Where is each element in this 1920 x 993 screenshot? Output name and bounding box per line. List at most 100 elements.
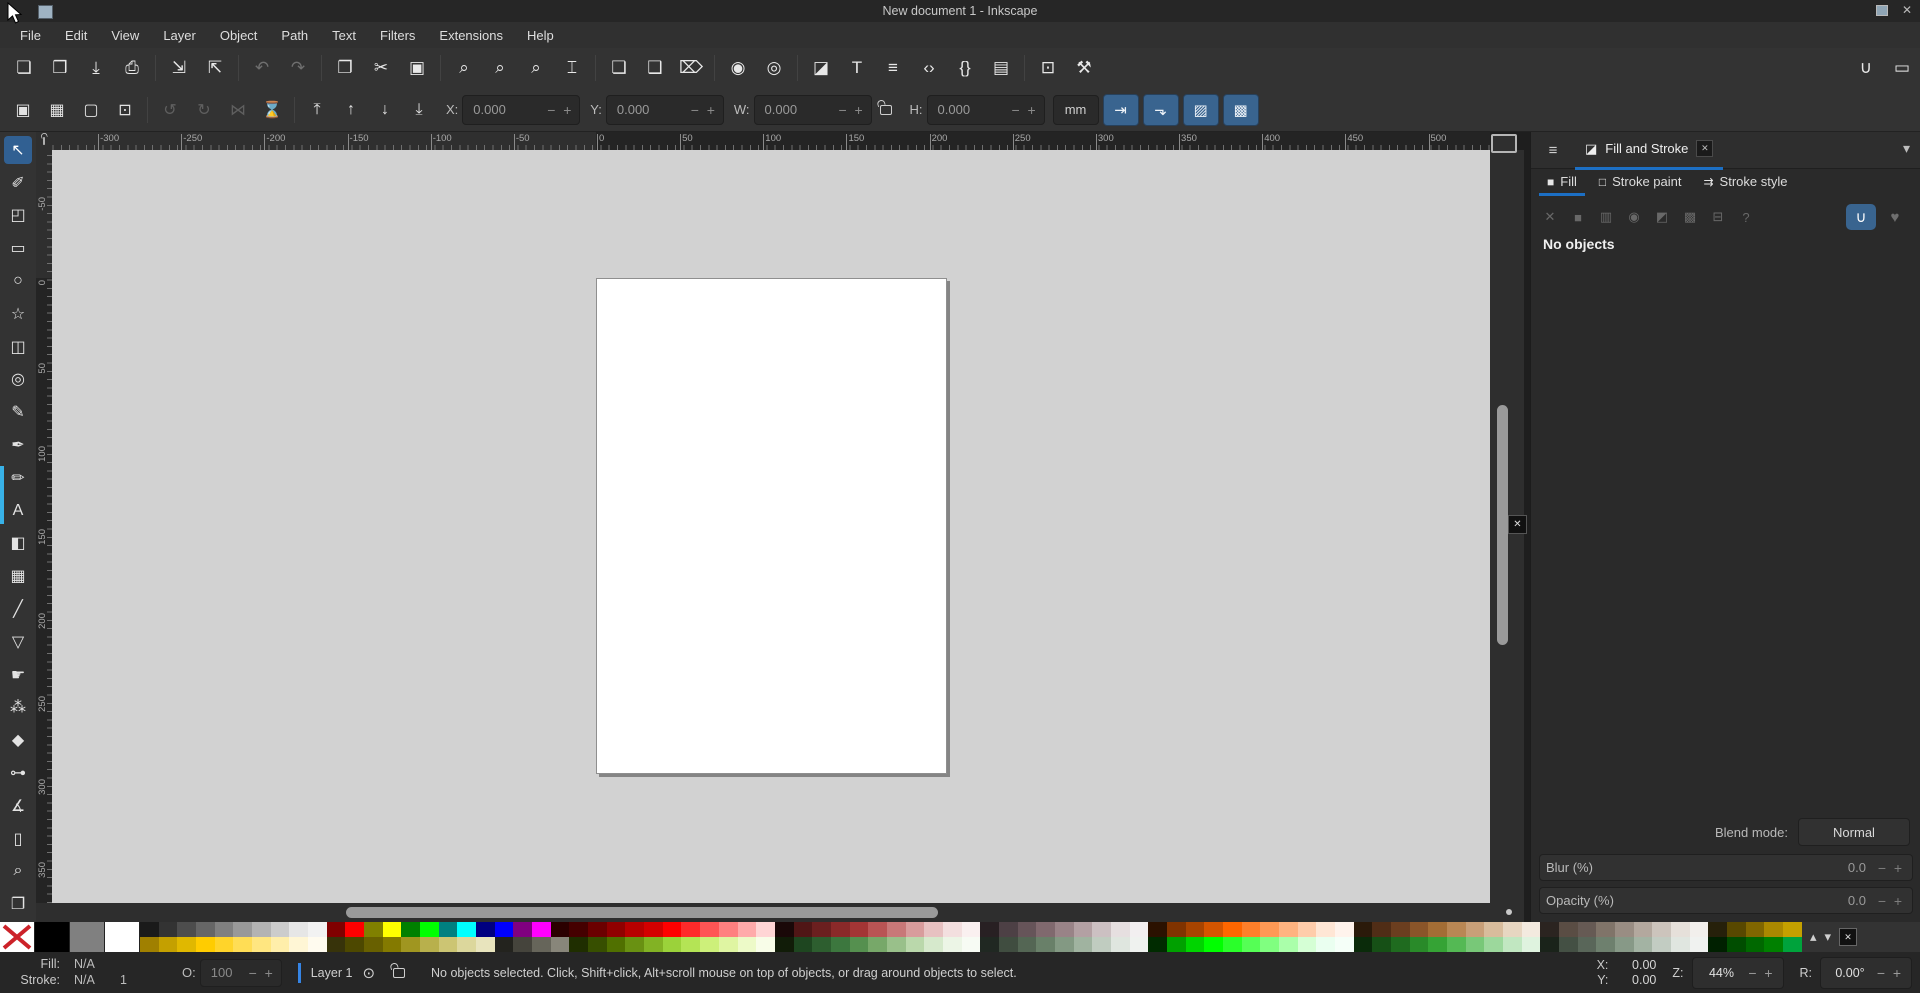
swatch[interactable] (849, 937, 869, 952)
display-mode-monitor-icon[interactable] (1491, 134, 1517, 153)
opacity-minus-button[interactable]: − (1874, 893, 1890, 909)
swatch[interactable] (1615, 937, 1634, 952)
swatch[interactable] (1222, 922, 1242, 937)
swatch[interactable] (364, 922, 383, 937)
swatch[interactable] (1073, 922, 1093, 937)
swatch[interactable] (1689, 937, 1709, 952)
swatch[interactable] (1689, 922, 1709, 937)
fill-rule-evenodd-button[interactable]: ∪ (1846, 204, 1876, 230)
select-all-layers-button[interactable]: ▦ (40, 95, 74, 125)
close-button[interactable]: ✕ (1902, 3, 1912, 17)
swatch[interactable] (1727, 937, 1746, 952)
swatch[interactable] (345, 937, 365, 952)
swatch[interactable] (1335, 937, 1354, 952)
swatch[interactable] (793, 922, 813, 937)
tool-tweak[interactable]: ☛ (4, 661, 32, 689)
swatch[interactable] (569, 937, 589, 952)
affect-patterns-button[interactable]: ▩ (1222, 93, 1259, 126)
text-dialog-icon[interactable]: T (839, 53, 875, 83)
swatch[interactable] (1148, 922, 1167, 937)
swatch[interactable] (1708, 937, 1728, 952)
redo-icon[interactable]: ↷ (280, 53, 316, 83)
swatch[interactable] (1503, 922, 1522, 937)
tool-pages[interactable]: ❐ (4, 890, 32, 918)
swatch[interactable] (550, 922, 570, 937)
tool-spiral[interactable]: ◎ (4, 366, 32, 394)
swatch[interactable] (1577, 937, 1597, 952)
swatch[interactable] (177, 922, 197, 937)
swatch[interactable] (401, 922, 421, 937)
swatch[interactable] (569, 922, 589, 937)
affect-corners-button[interactable]: ⬎ (1142, 93, 1179, 126)
rotate-cw-button[interactable]: ↻ (187, 95, 221, 125)
horizontal-scrollbar-thumb[interactable] (346, 907, 938, 918)
document-page[interactable] (596, 278, 947, 774)
swatch[interactable] (1391, 922, 1410, 937)
swatch[interactable] (924, 937, 943, 952)
swatch[interactable] (1783, 922, 1802, 937)
swatch[interactable] (1260, 922, 1279, 937)
swatch[interactable] (980, 922, 999, 937)
swatch[interactable] (980, 937, 999, 952)
swatch[interactable] (905, 937, 925, 952)
swatch[interactable] (1559, 922, 1578, 937)
swatch[interactable] (1727, 922, 1746, 937)
swatch[interactable] (1783, 937, 1802, 952)
tool-shape-builder[interactable]: ◰ (4, 202, 32, 230)
swatch[interactable] (1764, 937, 1784, 952)
swatch[interactable] (1671, 937, 1690, 952)
swatch[interactable] (513, 922, 533, 937)
swatch[interactable] (830, 937, 850, 952)
layers-dialog-icon[interactable]: ≡ (875, 53, 911, 83)
swatch[interactable] (196, 937, 215, 952)
swatch[interactable] (1353, 937, 1373, 952)
horizontal-ruler[interactable]: -300 -250 -200 -150 -100 -50 0 50 100 150 200 250 30… (36, 132, 1490, 151)
tool-pencil[interactable]: ✎ (4, 398, 32, 426)
menu-text[interactable]: Text (322, 25, 366, 46)
swatch[interactable] (1652, 922, 1672, 937)
fill-stroke-dialog-icon[interactable]: ◪ (803, 53, 839, 83)
swatch[interactable] (1017, 922, 1037, 937)
dock-menu-chevron-icon[interactable]: ▾ (1903, 140, 1910, 157)
tool-spray[interactable]: ⁂ (4, 694, 32, 722)
swatch[interactable] (326, 922, 346, 937)
ungroup-icon[interactable]: ◎ (756, 53, 792, 83)
swatch[interactable] (1036, 922, 1055, 937)
palette-configure-button[interactable]: ✕ (1839, 928, 1858, 946)
deselect-button[interactable]: ▢ (74, 95, 108, 125)
raise-to-top-button[interactable]: ⤒ (300, 95, 334, 125)
paint-mesh-icon[interactable]: ⊟ (1705, 205, 1731, 229)
swatch[interactable] (812, 937, 831, 952)
swatch[interactable] (1409, 937, 1429, 952)
blur-minus-button[interactable]: − (1874, 860, 1890, 876)
vertical-scrollbar-thumb[interactable] (1497, 405, 1508, 645)
tool-rectangle[interactable]: ▭ (4, 234, 32, 262)
undo-icon[interactable]: ↶ (244, 53, 280, 83)
swatch[interactable] (1092, 937, 1111, 952)
swatch[interactable] (606, 937, 626, 952)
swatch[interactable] (1129, 922, 1149, 937)
swatch[interactable] (550, 937, 570, 952)
swatch[interactable] (158, 922, 178, 937)
swatch[interactable] (700, 922, 719, 937)
duplicate-icon[interactable]: ❏ (601, 53, 637, 83)
swatch[interactable] (1484, 922, 1504, 937)
swatch[interactable] (588, 922, 607, 937)
paint-pattern-icon[interactable]: ◩ (1649, 205, 1675, 229)
create-clone-icon[interactable]: ❑ (637, 53, 673, 83)
layer-opacity-spinner[interactable]: 100 − + (199, 958, 282, 987)
swatch[interactable] (905, 922, 925, 937)
document-save-icon[interactable]: ⤓ (78, 53, 114, 83)
xml-editor-icon[interactable]: ‹› (911, 53, 947, 83)
paint-unknown-icon[interactable]: ? (1733, 205, 1759, 229)
select-all-button[interactable]: ▣ (6, 95, 40, 125)
group-icon[interactable]: ◉ (720, 53, 756, 83)
tab-stroke-style[interactable]: ⇉ Stroke style (1695, 170, 1795, 196)
swatch[interactable] (998, 922, 1018, 937)
tool-node-editor[interactable]: ✐ (4, 169, 32, 197)
flip-horizontal-button[interactable]: ⋈ (221, 95, 255, 125)
swatch[interactable] (998, 937, 1018, 952)
swatch[interactable] (1110, 937, 1130, 952)
swatch[interactable] (494, 922, 514, 937)
document-new-icon[interactable]: ❏ (6, 53, 42, 83)
